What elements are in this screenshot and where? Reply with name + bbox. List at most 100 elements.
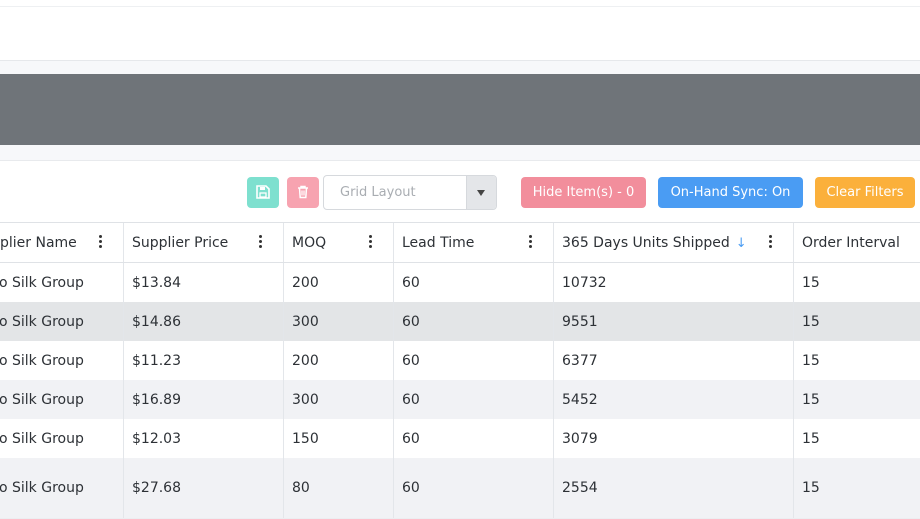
delete-layout-button[interactable] <box>287 177 319 208</box>
cell-value: $14.86 <box>132 313 181 330</box>
table-row[interactable]: o Silk Group $11.23 200 60 6377 15 <box>0 341 920 381</box>
column-menu-icon[interactable] <box>259 235 263 249</box>
table-row[interactable]: o Silk Group $16.89 300 60 5452 15 <box>0 380 920 420</box>
column-header-supplier-name[interactable]: plier Name <box>0 223 124 262</box>
dropdown-toggle[interactable] <box>466 176 496 209</box>
grid-layout-select[interactable]: Grid Layout <box>323 175 497 210</box>
table-cell: 150 <box>284 419 394 458</box>
table-cell: 200 <box>284 263 394 302</box>
cell-value: 10732 <box>562 274 607 291</box>
cell-value: 300 <box>292 313 319 330</box>
table-cell: 60 <box>394 263 554 302</box>
cell-value: 15 <box>802 313 820 330</box>
chevron-down-icon <box>477 190 485 196</box>
cell-value: o Silk Group <box>0 480 84 496</box>
column-menu-icon[interactable] <box>99 235 103 249</box>
on-hand-sync-button[interactable]: On-Hand Sync: On <box>658 177 803 208</box>
table-cell: 5452 <box>554 380 794 419</box>
cell-value: 60 <box>402 430 420 447</box>
column-menu-icon[interactable] <box>769 235 773 249</box>
table-cell: $16.89 <box>124 380 284 419</box>
grid-header: plier Name Supplier Price MOQ Lead Time … <box>0 223 920 263</box>
table-cell: 60 <box>394 419 554 458</box>
table-cell: 10732 <box>554 263 794 302</box>
table-cell: o Silk Group <box>0 419 124 458</box>
cell-value: 9551 <box>562 313 598 330</box>
column-label: Supplier Price <box>132 235 229 251</box>
cell-value: 15 <box>802 480 820 496</box>
table-cell: 3079 <box>554 419 794 458</box>
table-cell: 6377 <box>554 341 794 380</box>
table-cell: $12.03 <box>124 419 284 458</box>
cell-value: $27.68 <box>132 480 181 496</box>
table-cell: $14.86 <box>124 302 284 341</box>
table-cell: 300 <box>284 302 394 341</box>
sort-descending-icon: ↓ <box>735 236 747 251</box>
table-cell: 2554 <box>554 458 794 518</box>
table-cell: 15 <box>794 458 920 518</box>
table-cell: 60 <box>394 380 554 419</box>
grid-layout-placeholder: Grid Layout <box>340 185 416 200</box>
cell-value: 200 <box>292 352 319 369</box>
table-cell: o Silk Group <box>0 302 124 341</box>
cell-value: 300 <box>292 391 319 408</box>
cell-value: 15 <box>802 274 820 291</box>
cell-value: o Silk Group <box>0 274 84 291</box>
column-menu-icon[interactable] <box>529 235 533 249</box>
column-label: plier Name <box>0 235 77 251</box>
table-cell: $27.68 <box>124 458 284 518</box>
save-icon <box>256 185 270 199</box>
column-header-moq[interactable]: MOQ <box>284 223 394 262</box>
cell-value: 5452 <box>562 391 598 408</box>
top-divider <box>0 6 920 7</box>
cell-value: 60 <box>402 391 420 408</box>
column-label: Lead Time <box>402 235 475 251</box>
hide-items-button[interactable]: Hide Item(s) - 0 <box>521 177 646 208</box>
table-cell: o Silk Group <box>0 380 124 419</box>
cell-value: o Silk Group <box>0 313 84 330</box>
table-cell: 60 <box>394 458 554 518</box>
cell-value: 60 <box>402 480 420 496</box>
cell-value: $13.84 <box>132 274 181 291</box>
column-label: 365 Days Units Shipped <box>562 235 730 251</box>
cell-value: $16.89 <box>132 391 181 408</box>
cell-value: 6377 <box>562 352 598 369</box>
column-menu-icon[interactable] <box>369 235 373 249</box>
column-label: Order Interval <box>802 235 900 251</box>
cell-value: 60 <box>402 352 420 369</box>
clear-filters-button[interactable]: Clear Filters <box>815 177 915 208</box>
data-grid: plier Name Supplier Price MOQ Lead Time … <box>0 222 920 519</box>
column-header-units-shipped[interactable]: 365 Days Units Shipped ↓ <box>554 223 794 262</box>
cell-value: 15 <box>802 391 820 408</box>
table-cell: 80 <box>284 458 394 518</box>
cell-value: o Silk Group <box>0 391 84 408</box>
cell-value: 150 <box>292 430 319 447</box>
table-cell: 15 <box>794 263 920 302</box>
table-cell: 60 <box>394 341 554 380</box>
cell-value: o Silk Group <box>0 430 84 447</box>
cell-value: o Silk Group <box>0 352 84 369</box>
table-cell: o Silk Group <box>0 263 124 302</box>
top-bar <box>0 0 920 61</box>
cell-value: 60 <box>402 313 420 330</box>
table-cell: 60 <box>394 302 554 341</box>
table-cell: 15 <box>794 380 920 419</box>
column-header-order-interval[interactable]: Order Interval <box>794 223 920 262</box>
cell-value: 80 <box>292 480 310 496</box>
column-header-supplier-price[interactable]: Supplier Price <box>124 223 284 262</box>
cell-value: 3079 <box>562 430 598 447</box>
table-row[interactable]: o Silk Group $14.86 300 60 9551 15 <box>0 302 920 342</box>
save-layout-button[interactable] <box>247 177 279 208</box>
table-row[interactable]: o Silk Group $27.68 80 60 2554 15 <box>0 458 920 519</box>
column-label: MOQ <box>292 235 327 251</box>
table-cell: 300 <box>284 380 394 419</box>
table-cell: 9551 <box>554 302 794 341</box>
table-cell: $13.84 <box>124 263 284 302</box>
table-cell: 15 <box>794 419 920 458</box>
cell-value: 60 <box>402 274 420 291</box>
trash-icon <box>298 185 308 199</box>
table-row[interactable]: o Silk Group $13.84 200 60 10732 15 <box>0 263 920 303</box>
table-row[interactable]: o Silk Group $12.03 150 60 3079 15 <box>0 419 920 459</box>
table-cell: 200 <box>284 341 394 380</box>
column-header-lead-time[interactable]: Lead Time <box>394 223 554 262</box>
